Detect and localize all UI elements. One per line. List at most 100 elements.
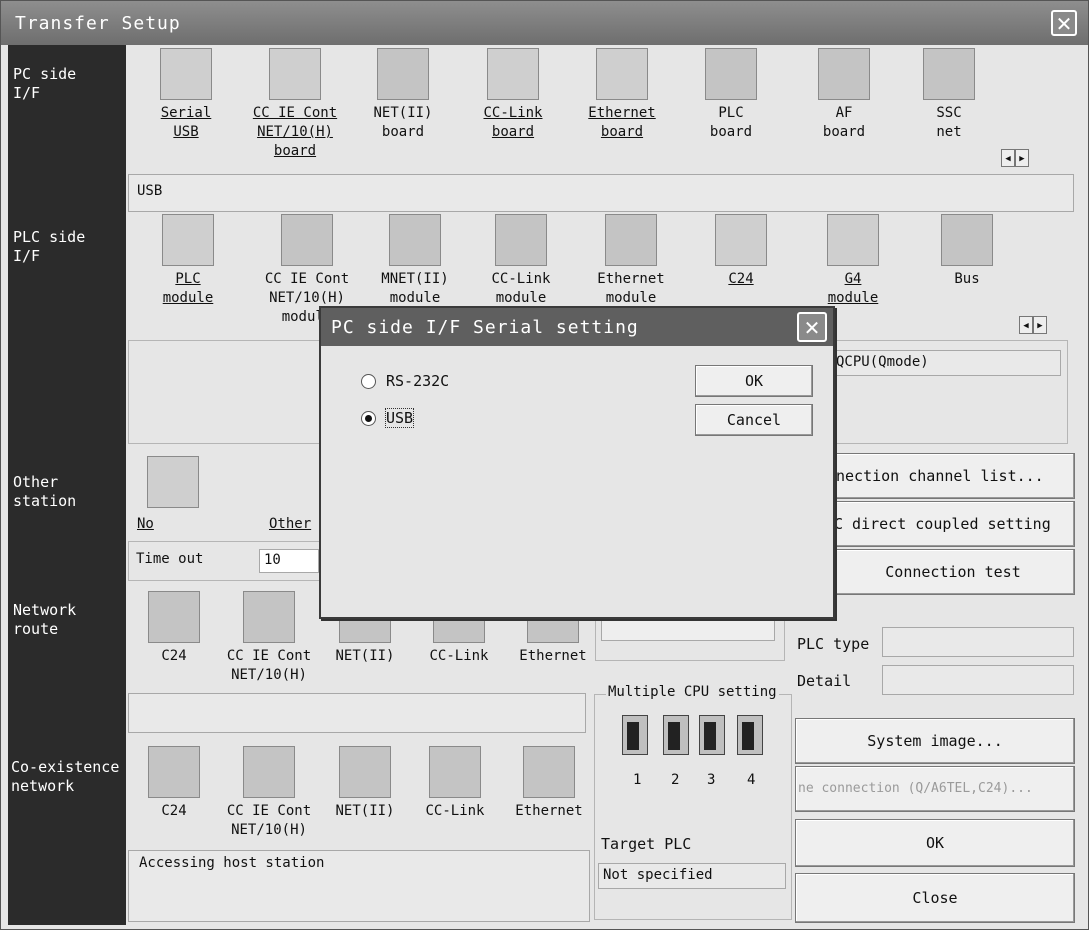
pc-side-status: USB bbox=[128, 174, 1074, 212]
c24-icon bbox=[715, 214, 767, 266]
ssc-net-icon bbox=[923, 48, 975, 100]
other-station-no[interactable] bbox=[145, 456, 201, 512]
plc-side-plc-module[interactable]: PLC module bbox=[148, 214, 228, 308]
radio-button-icon[interactable] bbox=[361, 374, 376, 389]
plc-cpu-field: QCPU(Qmode) bbox=[831, 350, 1061, 376]
plc-side-g4-module[interactable]: G4 module bbox=[813, 214, 893, 308]
dialog-cancel-button[interactable]: Cancel bbox=[695, 404, 813, 436]
radio-button-selected-icon[interactable] bbox=[361, 411, 376, 426]
ethernet-board-icon bbox=[596, 48, 648, 100]
dialog-title-bar: PC side I/F Serial setting ✕ bbox=[321, 308, 833, 346]
plc-module-icon bbox=[162, 214, 214, 266]
multiple-cpu-title: Multiple CPU setting bbox=[606, 684, 779, 700]
plc-side-ethernet-module[interactable]: Ethernet module bbox=[587, 214, 675, 308]
pc-side-cc-link-board[interactable]: CC-Link board bbox=[473, 48, 553, 142]
dialog-title: PC side I/F Serial setting bbox=[331, 317, 639, 338]
plc-type-field bbox=[882, 627, 1074, 657]
coexistence-net-ii[interactable]: NET(II) bbox=[327, 746, 403, 821]
target-plc-value: Not specified bbox=[598, 863, 786, 889]
cc-link-board-icon bbox=[487, 48, 539, 100]
window-title: Transfer Setup bbox=[15, 13, 181, 34]
plc-side-c24[interactable]: C24 bbox=[701, 214, 781, 289]
cc-ie-cont-network-icon bbox=[243, 591, 295, 643]
system-image-button[interactable]: System image... bbox=[795, 718, 1075, 764]
arrow-right-icon[interactable]: ▶ bbox=[1033, 316, 1047, 334]
radio-usb[interactable]: USB bbox=[361, 408, 415, 428]
other-station-other-label: Other bbox=[269, 516, 312, 532]
cpu-1-label: 1 bbox=[633, 772, 642, 788]
sidebar-pc-side: PC side I/F bbox=[13, 65, 77, 102]
dialog-ok-button[interactable]: OK bbox=[695, 365, 813, 397]
pc-side-scroll-arrows[interactable]: ◀ ▶ bbox=[1001, 147, 1031, 167]
close-button[interactable]: Close bbox=[795, 873, 1075, 923]
network-route-c24[interactable]: C24 bbox=[146, 591, 202, 666]
cpu-4-icon[interactable] bbox=[737, 715, 763, 755]
serial-setting-dialog: PC side I/F Serial setting ✕ RS-232C USB… bbox=[319, 306, 835, 619]
ethernet-module-icon bbox=[605, 214, 657, 266]
plc-side-bus[interactable]: Bus bbox=[927, 214, 1007, 289]
timeout-input[interactable]: 10 bbox=[259, 549, 319, 573]
coexistence-c24[interactable]: C24 bbox=[146, 746, 202, 821]
line-connection-button: ne connection (Q/A6TEL,C24)... bbox=[795, 766, 1075, 812]
network-route-cc-ie-cont[interactable]: CC IE Cont NET/10(H) bbox=[217, 591, 321, 685]
detail-label: Detail bbox=[797, 672, 852, 690]
cc-ie-cont-coexistence-icon bbox=[243, 746, 295, 798]
pc-side-net-ii-board[interactable]: NET(II) board bbox=[363, 48, 443, 142]
coexistence-ethernet[interactable]: Ethernet bbox=[509, 746, 589, 821]
other-station-no-label: No bbox=[137, 516, 154, 532]
cc-ie-cont-module-icon bbox=[281, 214, 333, 266]
close-icon[interactable]: ✕ bbox=[1051, 10, 1077, 36]
pc-side-ethernet-board[interactable]: Ethernet board bbox=[579, 48, 665, 142]
sidebar-plc-side: PLC side I/F bbox=[13, 228, 86, 265]
cpu-4-label: 4 bbox=[747, 772, 756, 788]
direct-coupled-setting-button[interactable]: C direct coupled setting bbox=[831, 501, 1075, 547]
plc-side-cc-link-module[interactable]: CC-Link module bbox=[479, 214, 563, 308]
pc-side-plc-board[interactable]: PLC board bbox=[691, 48, 771, 142]
serial-usb-icon bbox=[160, 48, 212, 100]
sidebar-network-route: Network route bbox=[13, 601, 77, 638]
pc-side-af-board[interactable]: AF board bbox=[804, 48, 884, 142]
plc-type-label: PLC type bbox=[797, 635, 870, 653]
connection-channel-list-button[interactable]: nection channel list... bbox=[831, 453, 1075, 499]
cpu-2-icon[interactable] bbox=[663, 715, 689, 755]
net-ii-board-icon bbox=[377, 48, 429, 100]
plc-board-icon bbox=[705, 48, 757, 100]
net-ii-coexistence-icon bbox=[339, 746, 391, 798]
plc-side-mnet-ii-module[interactable]: MNET(II) module bbox=[373, 214, 457, 308]
coexistence-status: Accessing host station bbox=[128, 850, 590, 922]
radio-rs232c[interactable]: RS-232C bbox=[361, 372, 449, 390]
ok-button[interactable]: OK bbox=[795, 819, 1075, 867]
arrow-left-icon[interactable]: ◀ bbox=[1001, 149, 1015, 167]
pc-side-cc-ie-cont-board[interactable]: CC IE Cont NET/10(H) board bbox=[241, 48, 349, 161]
plc-side-scroll-arrows[interactable]: ◀ ▶ bbox=[1019, 314, 1049, 334]
mnet-ii-module-icon bbox=[389, 214, 441, 266]
coexistence-cc-link[interactable]: CC-Link bbox=[415, 746, 495, 821]
network-route-status bbox=[128, 693, 586, 733]
detail-field bbox=[882, 665, 1074, 695]
arrow-right-icon[interactable]: ▶ bbox=[1015, 149, 1029, 167]
arrow-left-icon[interactable]: ◀ bbox=[1019, 316, 1033, 334]
af-board-icon bbox=[818, 48, 870, 100]
computer-icon bbox=[147, 456, 199, 508]
sidebar-other-station: Other station bbox=[13, 473, 77, 510]
cpu-1-icon[interactable] bbox=[622, 715, 648, 755]
c24-coexistence-icon bbox=[148, 746, 200, 798]
timeout-label: Time out bbox=[136, 551, 204, 567]
bus-icon bbox=[941, 214, 993, 266]
sidebar: PC side I/F PLC side I/F Other station N… bbox=[8, 45, 126, 925]
sidebar-coexistence-network: Co-existence network bbox=[11, 758, 120, 795]
transfer-setup-window: Transfer Setup ✕ PC side I/F PLC side I/… bbox=[0, 0, 1089, 930]
cpu-3-label: 3 bbox=[707, 772, 716, 788]
c24-network-icon bbox=[148, 591, 200, 643]
target-plc-label: Target PLC bbox=[601, 835, 692, 853]
cpu-3-icon[interactable] bbox=[699, 715, 725, 755]
connection-test-button[interactable]: Connection test bbox=[831, 549, 1075, 595]
ethernet-coexistence-icon bbox=[523, 746, 575, 798]
cc-link-module-icon bbox=[495, 214, 547, 266]
cc-ie-cont-board-icon bbox=[269, 48, 321, 100]
dialog-close-icon[interactable]: ✕ bbox=[797, 312, 827, 342]
pc-side-ssc-net[interactable]: SSC net bbox=[909, 48, 989, 142]
coexistence-cc-ie-cont[interactable]: CC IE Cont NET/10(H) bbox=[217, 746, 321, 840]
title-bar: Transfer Setup ✕ bbox=[1, 1, 1088, 45]
pc-side-serial-usb[interactable]: Serial USB bbox=[146, 48, 226, 142]
